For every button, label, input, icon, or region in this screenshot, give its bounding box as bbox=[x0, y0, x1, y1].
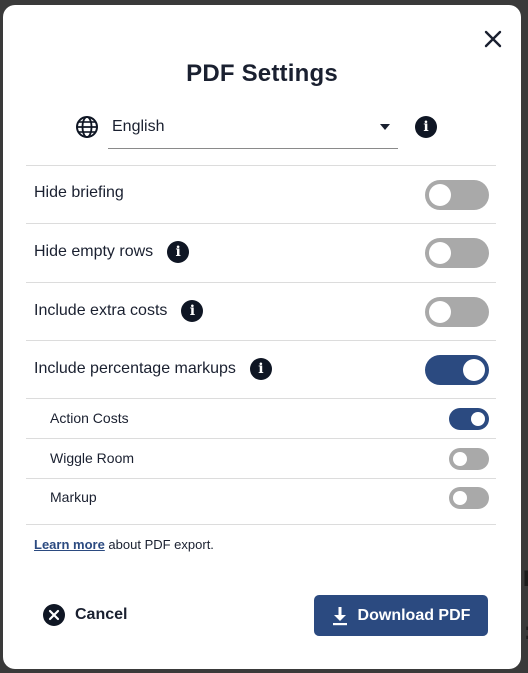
setting-label: Include extra costs i bbox=[34, 300, 204, 322]
language-value: English bbox=[112, 118, 165, 135]
toggle-knob bbox=[429, 184, 451, 206]
info-icon[interactable]: i bbox=[181, 300, 204, 322]
toggle-knob bbox=[463, 359, 485, 381]
close-button[interactable] bbox=[479, 25, 507, 53]
include-percentage-markups-toggle[interactable] bbox=[425, 355, 489, 385]
setting-label: Hide empty rows i bbox=[34, 241, 190, 263]
setting-label: Hide briefing bbox=[34, 184, 124, 201]
pdf-settings-dialog: PDF Settings English i Hide briefing Hid… bbox=[3, 5, 521, 669]
background-text: : bbox=[524, 618, 528, 646]
markup-option-wiggle-room: Wiggle Room bbox=[26, 439, 496, 478]
markup-option-label: Action Costs bbox=[50, 410, 129, 426]
toggle-knob bbox=[429, 242, 451, 264]
toggle-knob bbox=[429, 301, 451, 323]
markup-option-label: Wiggle Room bbox=[50, 450, 135, 466]
include-extra-costs-toggle[interactable] bbox=[425, 297, 489, 327]
language-select[interactable]: English bbox=[108, 109, 398, 149]
chevron-down-icon bbox=[380, 124, 390, 130]
info-icon[interactable]: i bbox=[415, 116, 437, 138]
cancel-x-icon bbox=[43, 604, 65, 626]
close-icon bbox=[484, 30, 502, 48]
globe-icon bbox=[76, 116, 98, 138]
cancel-label: Cancel bbox=[75, 606, 128, 623]
setting-row-include-percentage-markups: Include percentage markups i bbox=[26, 341, 496, 398]
divider bbox=[26, 524, 496, 525]
download-icon bbox=[332, 606, 347, 625]
markup-option-markup: Markup bbox=[26, 479, 496, 523]
toggle-knob bbox=[453, 452, 467, 466]
setting-row-hide-empty-rows: Hide empty rows i bbox=[26, 224, 496, 282]
cancel-button[interactable]: Cancel bbox=[43, 602, 127, 628]
background-text: r bbox=[522, 560, 528, 594]
markup-option-action-costs: Action Costs bbox=[26, 399, 496, 438]
hide-briefing-toggle[interactable] bbox=[425, 180, 489, 210]
toggle-knob bbox=[471, 412, 485, 426]
setting-row-hide-briefing: Hide briefing bbox=[26, 166, 496, 223]
markup-option-label: Markup bbox=[50, 489, 97, 505]
markup-toggle[interactable] bbox=[449, 487, 489, 509]
info-icon[interactable]: i bbox=[167, 241, 190, 263]
setting-label: Include percentage markups i bbox=[34, 358, 272, 380]
wiggle-room-toggle[interactable] bbox=[449, 448, 489, 470]
toggle-knob bbox=[453, 491, 467, 505]
dialog-title: PDF Settings bbox=[186, 60, 338, 87]
learn-more-link[interactable]: Learn more bbox=[34, 537, 105, 552]
hide-empty-rows-toggle[interactable] bbox=[425, 238, 489, 268]
download-label: Download PDF bbox=[357, 606, 471, 624]
action-costs-toggle[interactable] bbox=[449, 408, 489, 430]
setting-row-include-extra-costs: Include extra costs i bbox=[26, 283, 496, 340]
download-pdf-button[interactable]: Download PDF bbox=[314, 595, 488, 636]
info-icon[interactable]: i bbox=[249, 358, 272, 380]
language-row: English i bbox=[75, 109, 455, 153]
footer-note: Learn more about PDF export. bbox=[34, 537, 214, 552]
